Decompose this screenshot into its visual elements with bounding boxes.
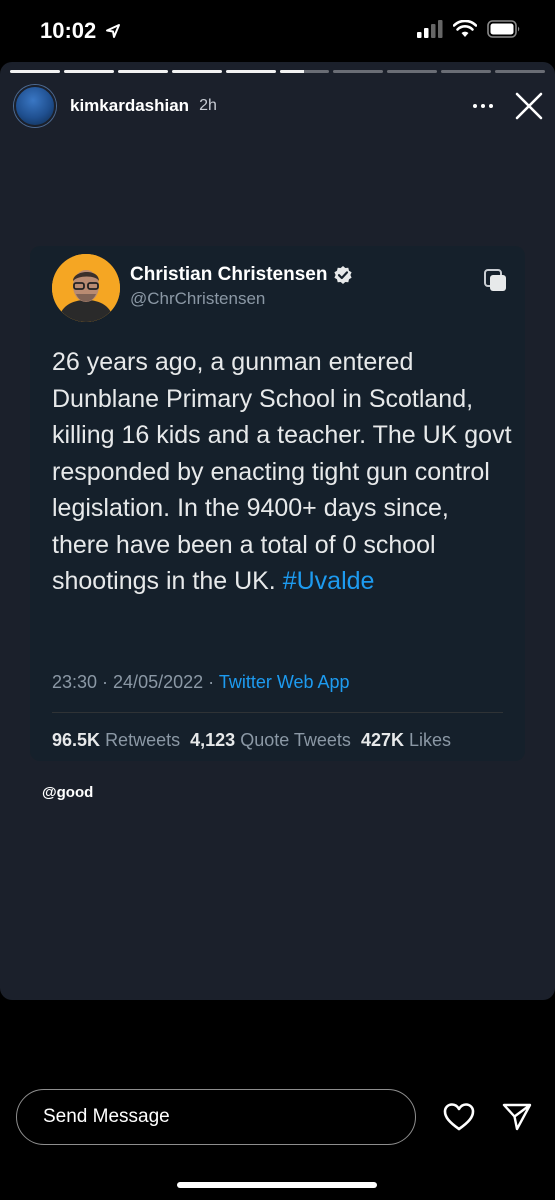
progress-segment-fill xyxy=(171,70,222,73)
story-card[interactable]: kimkardashian 2h Christian Christensen @… xyxy=(0,62,555,1000)
progress-segment xyxy=(63,70,114,73)
progress-segment xyxy=(225,70,276,73)
signal-icon xyxy=(417,20,443,38)
tweet-hashtag: #Uvalde xyxy=(282,567,375,595)
tweet-card: Christian Christensen @ChrChristensen 26… xyxy=(30,246,525,761)
close-icon[interactable] xyxy=(515,92,543,120)
progress-segment-fill xyxy=(117,70,168,73)
progress-segment xyxy=(117,70,168,73)
story-header: kimkardashian 2h xyxy=(14,84,543,128)
story-progress-bar xyxy=(10,70,546,73)
battery-icon xyxy=(487,20,520,38)
mention-sticker[interactable]: @good xyxy=(42,784,93,801)
tweet-source: Twitter Web App xyxy=(218,672,350,692)
progress-segment-fill xyxy=(63,70,114,73)
wifi-icon xyxy=(453,20,477,37)
quote-tweets-label: Quote Tweets xyxy=(240,730,351,750)
status-bar: 10:02 xyxy=(0,0,555,62)
progress-segment-fill xyxy=(279,70,305,73)
location-arrow-icon xyxy=(106,24,121,38)
copy-icon xyxy=(484,269,506,291)
send-message-input[interactable] xyxy=(16,1089,416,1145)
quote-tweets-count: 4,123 xyxy=(190,730,236,750)
tweet-divider xyxy=(52,712,503,713)
progress-segment xyxy=(171,70,222,73)
progress-segment xyxy=(279,70,330,73)
progress-segment xyxy=(333,70,384,73)
likes-count: 427K xyxy=(360,730,404,750)
verified-badge-icon xyxy=(334,266,353,284)
progress-segment xyxy=(10,70,60,73)
tweet-name-row: Christian Christensen xyxy=(130,264,353,286)
retweets-label: Retweets xyxy=(105,730,181,750)
progress-segment-fill xyxy=(10,70,60,73)
share-button[interactable] xyxy=(498,1098,536,1136)
status-icons xyxy=(417,20,521,38)
tweet-timestamp: 23:30 · 24/05/2022 · xyxy=(52,672,215,692)
status-time: 10:02 xyxy=(40,18,121,44)
clock-text: 10:02 xyxy=(40,18,97,43)
progress-segment xyxy=(441,70,492,73)
progress-segment xyxy=(387,70,438,73)
tweet-meta: 23:30 · 24/05/2022 · Twitter Web App xyxy=(52,672,350,693)
tweet-text: 26 years ago, a gunman entered Dunblane … xyxy=(52,344,512,600)
tweet-author-name: Christian Christensen xyxy=(130,264,328,285)
tweet-author-avatar xyxy=(52,254,120,322)
story-author-avatar[interactable] xyxy=(14,85,56,127)
likes-label: Likes xyxy=(408,730,452,750)
story-username[interactable]: kimkardashian xyxy=(70,96,189,116)
progress-segment xyxy=(495,70,546,73)
progress-segment-fill xyxy=(225,70,276,73)
more-options-icon[interactable] xyxy=(473,104,493,108)
story-header-actions xyxy=(473,92,543,120)
like-button[interactable] xyxy=(440,1098,478,1136)
home-indicator xyxy=(177,1182,377,1188)
tweet-author-handle: @ChrChristensen xyxy=(130,289,266,308)
tweet-stats: 96.5K Retweets 4,123 Quote Tweets 427K L… xyxy=(52,730,451,751)
heart-icon xyxy=(443,1103,475,1131)
story-time-ago: 2h xyxy=(199,97,217,114)
paper-plane-icon xyxy=(502,1103,532,1131)
tweet-body: 26 years ago, a gunman entered Dunblane … xyxy=(52,348,512,595)
retweets-count: 96.5K xyxy=(52,730,101,750)
